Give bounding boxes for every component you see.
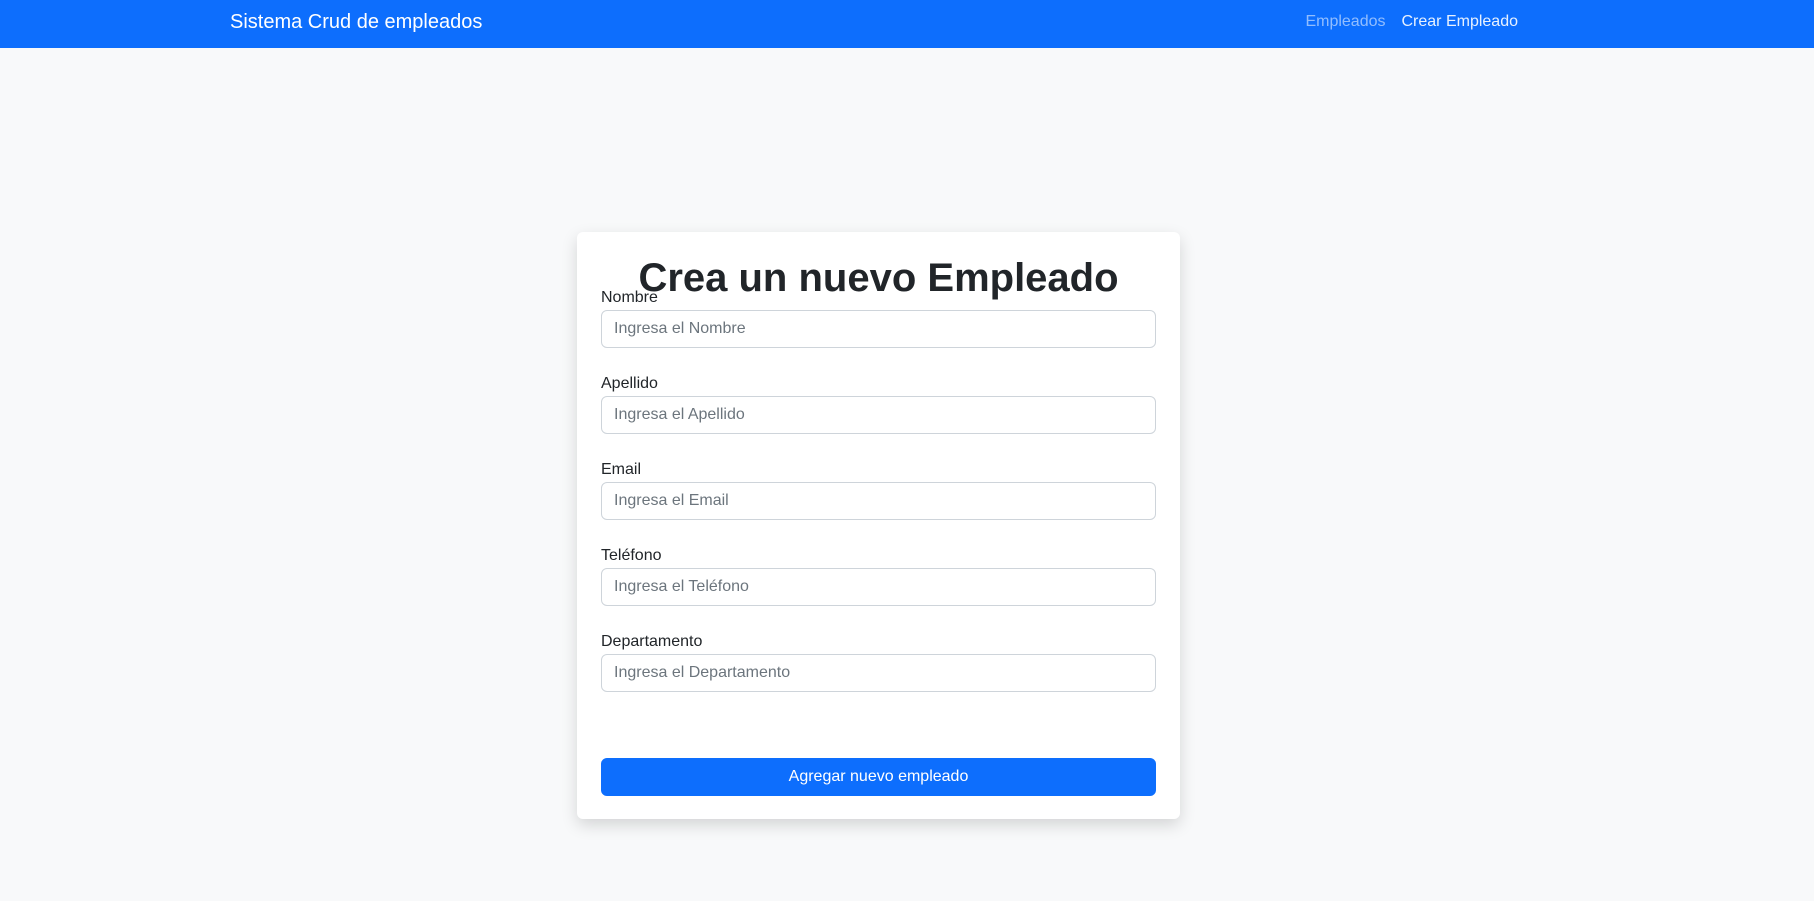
telefono-input[interactable]	[601, 568, 1156, 606]
nav-links: Empleados Crear Empleado	[1305, 12, 1518, 32]
nav-link-crear-empleado[interactable]: Crear Empleado	[1402, 12, 1519, 32]
nav-link-empleados[interactable]: Empleados	[1305, 12, 1385, 32]
apellido-input[interactable]	[601, 396, 1156, 434]
nombre-input[interactable]	[601, 310, 1156, 348]
add-employee-button[interactable]: Agregar nuevo empleado	[601, 758, 1156, 796]
top-navbar: Sistema Crud de empleados Empleados Crea…	[0, 0, 1814, 48]
brand-link[interactable]: Sistema Crud de empleados	[230, 10, 482, 34]
nombre-label: Nombre	[601, 289, 658, 306]
email-input[interactable]	[601, 482, 1156, 520]
form-title: Crea un nuevo Empleado	[638, 256, 1119, 300]
email-label: Email	[601, 461, 642, 478]
departamento-input[interactable]	[601, 654, 1156, 692]
departamento-label: Departamento	[601, 633, 703, 650]
telefono-label: Teléfono	[601, 547, 662, 564]
apellido-label: Apellido	[601, 375, 658, 392]
create-employee-card: Crea un nuevo Empleado Nombre Apellido E…	[577, 232, 1180, 819]
